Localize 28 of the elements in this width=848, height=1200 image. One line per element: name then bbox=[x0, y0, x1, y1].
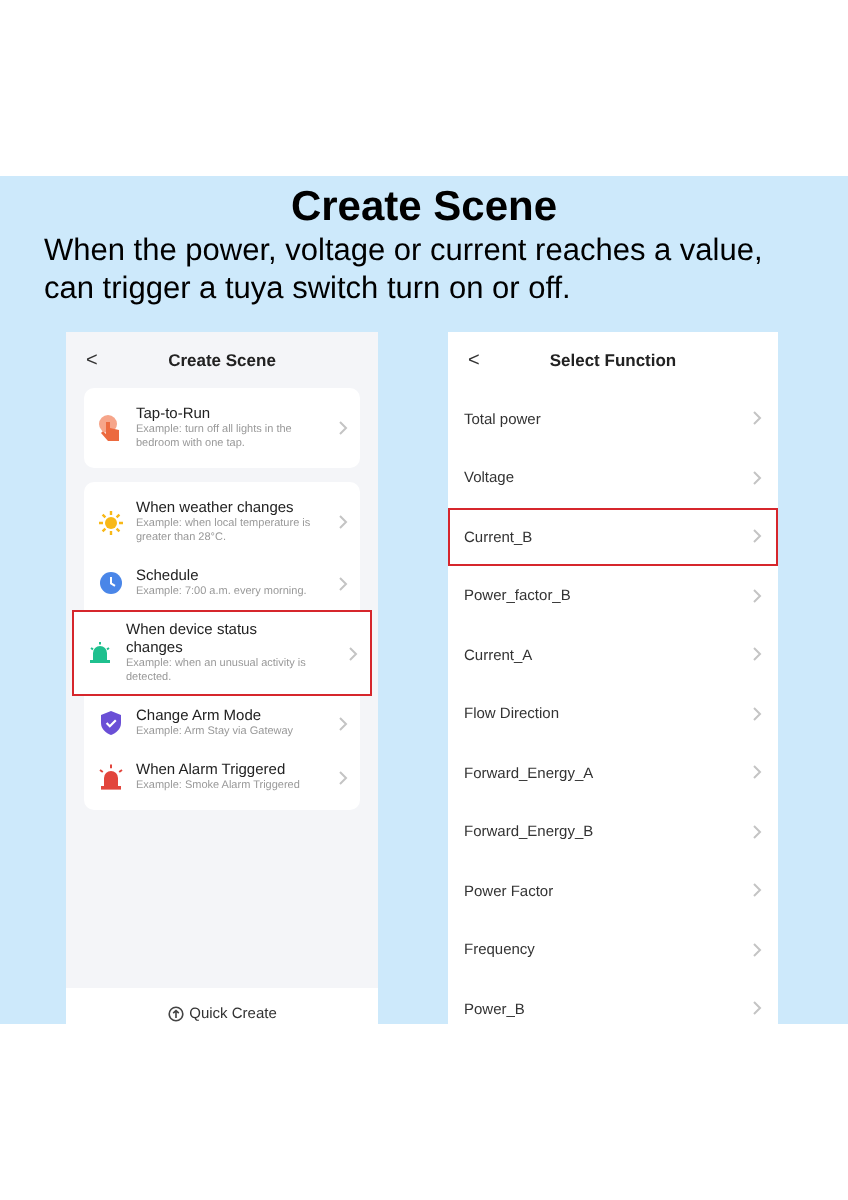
chevron-icon bbox=[752, 469, 762, 486]
heading-title: Create Scene bbox=[290, 184, 558, 232]
chevron-icon bbox=[752, 587, 762, 604]
chevron-icon bbox=[752, 646, 762, 663]
back-button[interactable]: < bbox=[86, 345, 98, 375]
chevron-icon bbox=[338, 769, 348, 785]
chevron-icon bbox=[338, 715, 348, 731]
alarm-icon bbox=[97, 764, 123, 790]
chevron-icon bbox=[338, 575, 348, 591]
chevron-icon bbox=[348, 645, 358, 661]
heading-subtitle: When the power, voltage or current reaches a value, can trigger a tuya switch turn on or off. bbox=[44, 232, 765, 308]
sun-icon bbox=[97, 509, 123, 535]
hand-icon bbox=[98, 414, 122, 442]
clock-icon bbox=[99, 572, 121, 594]
chevron-icon bbox=[752, 882, 762, 899]
shield-icon bbox=[99, 710, 121, 736]
chevron-icon bbox=[752, 764, 762, 781]
chevron-icon bbox=[752, 941, 762, 958]
chevron-icon bbox=[752, 823, 762, 840]
chevron-icon bbox=[752, 528, 762, 545]
screen-title: Create Scene bbox=[168, 347, 276, 373]
chevron-icon bbox=[752, 705, 762, 722]
chevron-icon bbox=[752, 1000, 762, 1017]
chevron-icon bbox=[752, 410, 762, 427]
back-button[interactable]: < bbox=[468, 345, 480, 376]
chevron-icon bbox=[338, 420, 348, 436]
chevron-icon bbox=[338, 514, 348, 530]
screen-title: Select Function bbox=[549, 347, 677, 374]
